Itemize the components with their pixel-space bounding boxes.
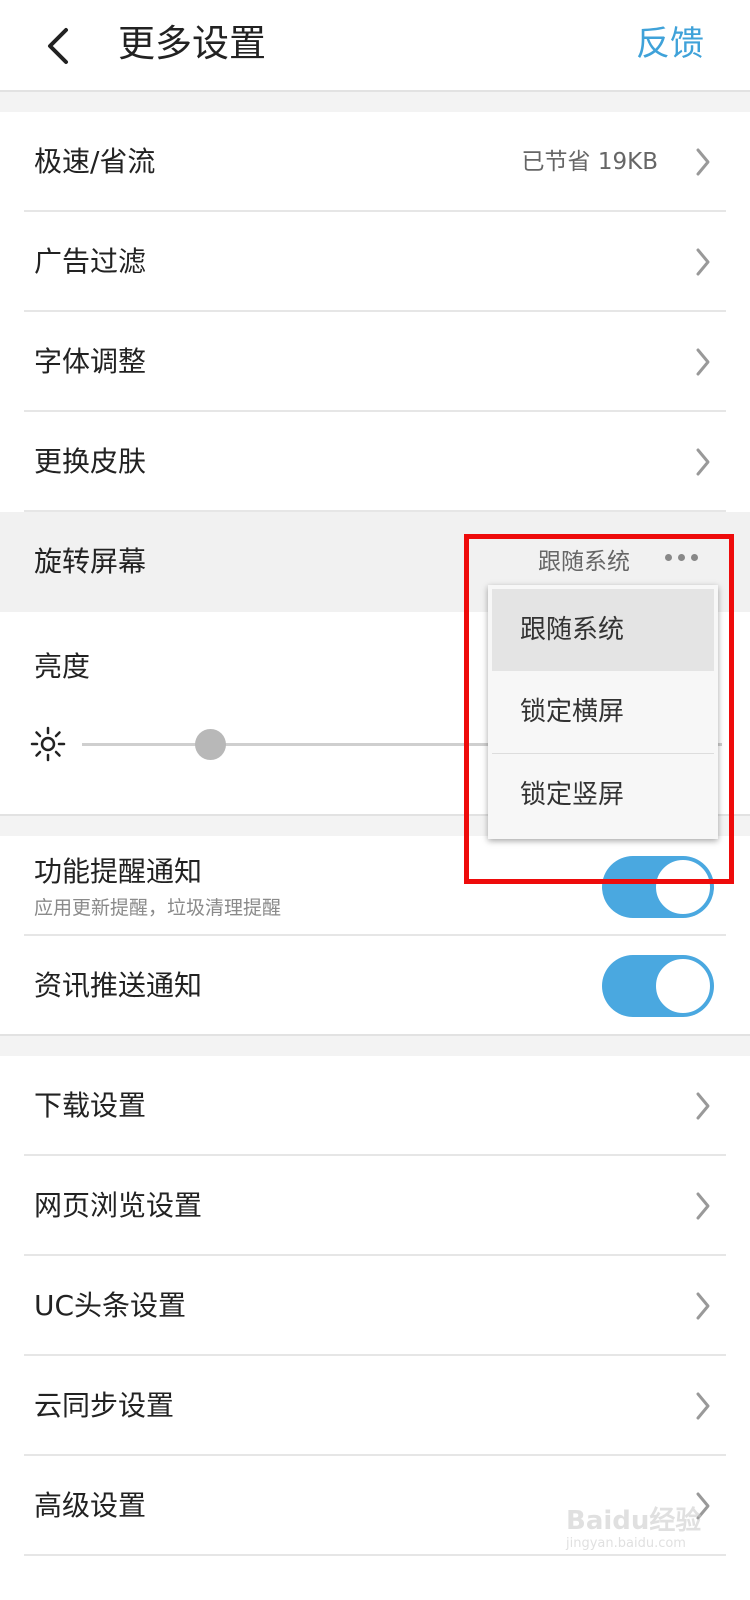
toggle-knob <box>654 957 712 1015</box>
setting-label: 云同步设置 <box>34 1389 175 1422</box>
chevron-right-icon <box>696 1092 710 1120</box>
section-gap <box>0 90 750 114</box>
setting-row-news-notify: 资讯推送通知 <box>0 936 750 1036</box>
chevron-left-icon <box>48 28 68 64</box>
setting-label: 旋转屏幕 <box>34 545 147 578</box>
setting-row-font-adjust[interactable]: 字体调整 <box>0 312 750 412</box>
setting-label: 网页浏览设置 <box>34 1189 203 1222</box>
setting-row-cloud-sync[interactable]: 云同步设置 <box>0 1356 750 1456</box>
chevron-right-icon <box>696 348 710 376</box>
setting-row-web-browse[interactable]: 网页浏览设置 <box>0 1156 750 1256</box>
setting-row-download[interactable]: 下载设置 <box>0 1056 750 1156</box>
setting-row-change-skin[interactable]: 更换皮肤 <box>0 412 750 512</box>
chevron-right-icon <box>696 248 710 276</box>
page-title: 更多设置 <box>118 22 266 65</box>
highlight-annotation-box <box>464 534 734 884</box>
header-bar: 更多设置 反馈 <box>0 0 750 90</box>
news-notify-toggle[interactable] <box>602 955 714 1017</box>
setting-label: 资讯推送通知 <box>34 969 203 1002</box>
chevron-right-icon <box>696 1392 710 1420</box>
setting-label: 下载设置 <box>34 1089 147 1122</box>
watermark-logo: Baidu经验 <box>566 1506 702 1536</box>
setting-row-speed-saving[interactable]: 极速/省流 已节省 19KB <box>0 112 750 212</box>
baidu-watermark: Baidu经验 jingyan.baidu.com <box>566 1494 706 1564</box>
setting-row-uc-headlines[interactable]: UC头条设置 <box>0 1256 750 1356</box>
section-gap <box>0 1034 750 1058</box>
chevron-right-icon <box>696 1292 710 1320</box>
setting-label: 字体调整 <box>34 345 147 378</box>
chevron-right-icon <box>696 448 710 476</box>
back-button[interactable] <box>30 18 86 74</box>
brightness-label: 亮度 <box>34 650 91 683</box>
setting-sublabel: 应用更新提醒，垃圾清理提醒 <box>34 897 282 919</box>
chevron-right-icon <box>696 1192 710 1220</box>
chevron-right-icon <box>696 148 710 176</box>
brightness-slider-thumb[interactable] <box>194 729 226 760</box>
feedback-link[interactable]: 反馈 <box>636 18 704 70</box>
setting-label: UC头条设置 <box>34 1289 187 1322</box>
setting-label: 更换皮肤 <box>34 445 147 478</box>
setting-value: 已节省 19KB <box>521 149 658 175</box>
watermark-url: jingyan.baidu.com <box>566 1536 686 1551</box>
setting-label: 极速/省流 <box>34 145 156 178</box>
setting-label: 功能提醒通知 <box>34 855 203 888</box>
brightness-sun-icon <box>30 726 66 762</box>
setting-label: 广告过滤 <box>34 245 147 278</box>
setting-row-ad-filter[interactable]: 广告过滤 <box>0 212 750 312</box>
setting-label: 高级设置 <box>34 1489 147 1522</box>
